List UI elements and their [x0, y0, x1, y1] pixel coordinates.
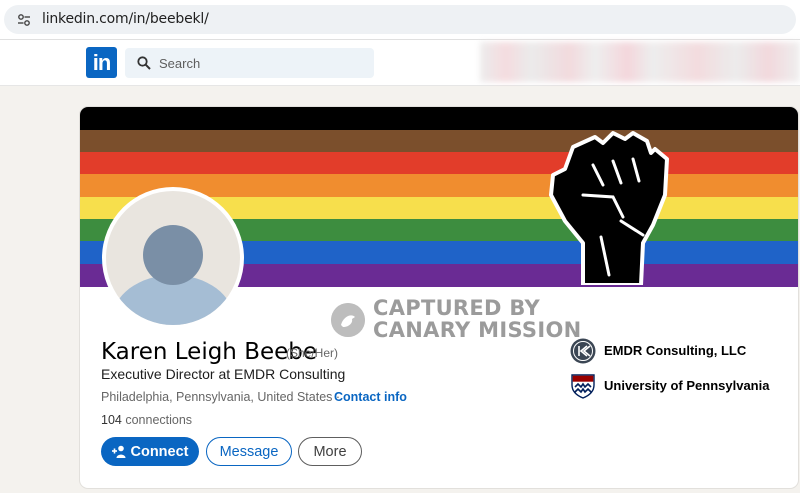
more-button[interactable]: More — [298, 437, 362, 466]
profile-card: CAPTURED BY CANARY MISSION Karen Leigh B… — [80, 107, 798, 488]
banner-stripe — [80, 152, 798, 175]
linkedin-header: in Search — [0, 40, 800, 86]
message-button[interactable]: Message — [206, 437, 292, 466]
org-label-emdr: EMDR Consulting, LLC — [604, 343, 747, 358]
watermark-line1: CAPTURED BY — [373, 296, 541, 320]
browser-address-bar: linkedin.com/in/beebekl/ — [0, 0, 800, 40]
connections-number: 104 — [101, 413, 122, 427]
org-label-upenn: University of Pennsylvania — [604, 378, 770, 393]
location-text: Philadelphia, Pennsylvania, United State… — [101, 390, 333, 404]
address-field[interactable]: linkedin.com/in/beebekl/ — [4, 5, 796, 34]
profile-pronouns: (She/Her) — [286, 346, 339, 360]
connect-label: Connect — [130, 443, 189, 460]
watermark-line2: CANARY MISSION — [373, 318, 582, 342]
banner-stripe — [80, 130, 798, 153]
upenn-shield-icon — [571, 374, 595, 399]
search-input[interactable]: Search — [125, 48, 374, 78]
contact-info-link[interactable]: Contact info — [334, 390, 407, 404]
profile-headline: Executive Director at EMDR Consulting — [101, 366, 346, 382]
profile-location: Philadelphia, Pennsylvania, United State… — [101, 390, 340, 404]
raised-fist-icon — [549, 131, 669, 285]
search-icon — [137, 56, 151, 70]
blurred-nav-icons — [480, 42, 800, 82]
url-text[interactable]: linkedin.com/in/beebekl/ — [42, 11, 209, 27]
site-info-icon[interactable] — [16, 12, 32, 28]
canary-bird-icon — [331, 303, 365, 337]
connections-label: connections — [121, 413, 193, 427]
emdr-logo-icon — [570, 338, 596, 364]
profile-name: Karen Leigh Beebe — [101, 339, 318, 365]
avatar[interactable] — [102, 187, 244, 329]
add-person-icon — [111, 445, 125, 458]
banner-stripe — [80, 107, 798, 130]
connect-button[interactable]: Connect — [101, 437, 199, 466]
search-placeholder: Search — [159, 56, 201, 71]
connections-count[interactable]: 104 connections — [101, 413, 192, 427]
linkedin-logo-icon[interactable]: in — [86, 47, 117, 78]
avatar-placeholder-icon — [106, 191, 240, 325]
